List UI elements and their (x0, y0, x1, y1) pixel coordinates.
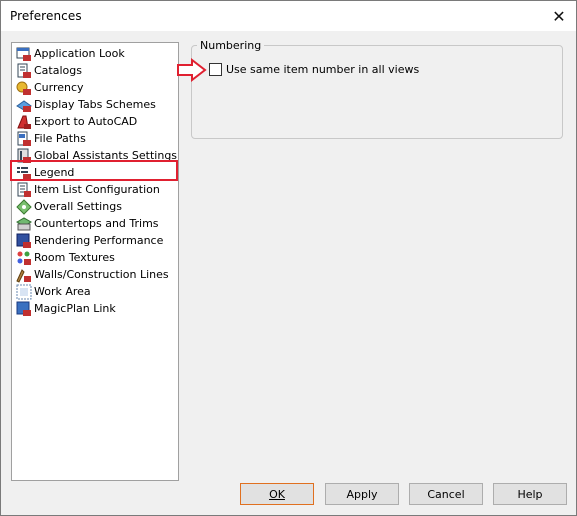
tree-item-label: Catalogs (34, 64, 82, 77)
tree-item-walls-construction-lines[interactable]: Walls/Construction Lines (16, 267, 169, 283)
cancel-button[interactable]: Cancel (409, 483, 483, 505)
same-item-number-checkbox[interactable] (209, 63, 222, 76)
preferences-tree[interactable]: Application Look Catalogs Currency Displ… (11, 42, 179, 481)
title-bar: Preferences ✕ (1, 1, 576, 31)
tree-item-label: Countertops and Trims (34, 217, 159, 230)
help-button-label: Help (517, 487, 543, 501)
countertops-icon (16, 217, 32, 231)
tree-item-label: Work Area (34, 285, 91, 298)
file-paths-icon (17, 131, 31, 146)
tree-item-rendering-performance[interactable]: Rendering Performance (16, 233, 163, 249)
work-area-icon (16, 284, 32, 300)
tree-item-label: File Paths (34, 132, 86, 145)
tree-item-label: MagicPlan Link (34, 302, 116, 315)
tree-item-room-textures[interactable]: Room Textures (16, 250, 115, 266)
tree-item-export-to-autocad[interactable]: Export to AutoCAD (16, 114, 137, 130)
tree-item-catalogs[interactable]: Catalogs (16, 63, 82, 79)
tree-item-label: Room Textures (34, 251, 115, 264)
autocad-icon (17, 115, 31, 129)
selection-highlight-annotation (10, 160, 178, 181)
application-look-icon (16, 47, 31, 61)
same-item-number-option[interactable]: Use same item number in all views (209, 63, 419, 76)
tree-item-label: Rendering Performance (34, 234, 164, 247)
same-item-number-label: Use same item number in all views (226, 63, 420, 76)
currency-icon (16, 81, 31, 95)
tree-item-work-area[interactable]: Work Area (16, 284, 91, 300)
tree-item-label: Item List Configuration (34, 183, 160, 196)
help-button[interactable]: Help (493, 483, 567, 505)
walls-icon (16, 269, 31, 283)
close-icon: ✕ (552, 6, 566, 26)
arrow-right-icon (177, 58, 207, 82)
ok-button[interactable]: OK (240, 483, 314, 505)
rendering-icon (16, 233, 31, 248)
display-tabs-icon (16, 100, 32, 112)
tree-item-currency[interactable]: Currency (16, 80, 84, 96)
tree-item-label: Overall Settings (34, 200, 122, 213)
tree-item-label: Application Look (34, 47, 125, 60)
tree-item-display-tabs-schemes[interactable]: Display Tabs Schemes (16, 97, 156, 113)
tree-item-magicplan-link[interactable]: MagicPlan Link (16, 301, 116, 317)
apply-button[interactable]: Apply (325, 483, 399, 505)
ok-button-label: OK (269, 487, 285, 501)
tree-item-label: Walls/Construction Lines (34, 268, 169, 281)
overall-settings-icon (16, 199, 32, 215)
numbering-groupbox (191, 45, 563, 139)
cancel-button-label: Cancel (427, 487, 465, 501)
tree-item-countertops-and-trims[interactable]: Countertops and Trims (16, 216, 159, 232)
numbering-group-title: Numbering (197, 39, 265, 52)
item-list-icon (17, 182, 31, 197)
room-textures-icon (17, 251, 31, 265)
tree-item-label: Display Tabs Schemes (34, 98, 156, 111)
tree-item-label: Export to AutoCAD (34, 115, 138, 128)
magicplan-icon (16, 301, 31, 316)
tree-item-label: Currency (34, 81, 84, 94)
tree-item-application-look[interactable]: Application Look (16, 46, 125, 62)
apply-button-label: Apply (346, 487, 378, 501)
tree-item-file-paths[interactable]: File Paths (16, 131, 86, 147)
window-title: Preferences (10, 9, 82, 23)
tree-item-overall-settings[interactable]: Overall Settings (16, 199, 122, 215)
catalogs-icon (17, 63, 31, 78)
close-button[interactable]: ✕ (542, 1, 576, 31)
tree-item-item-list-configuration[interactable]: Item List Configuration (16, 182, 160, 198)
